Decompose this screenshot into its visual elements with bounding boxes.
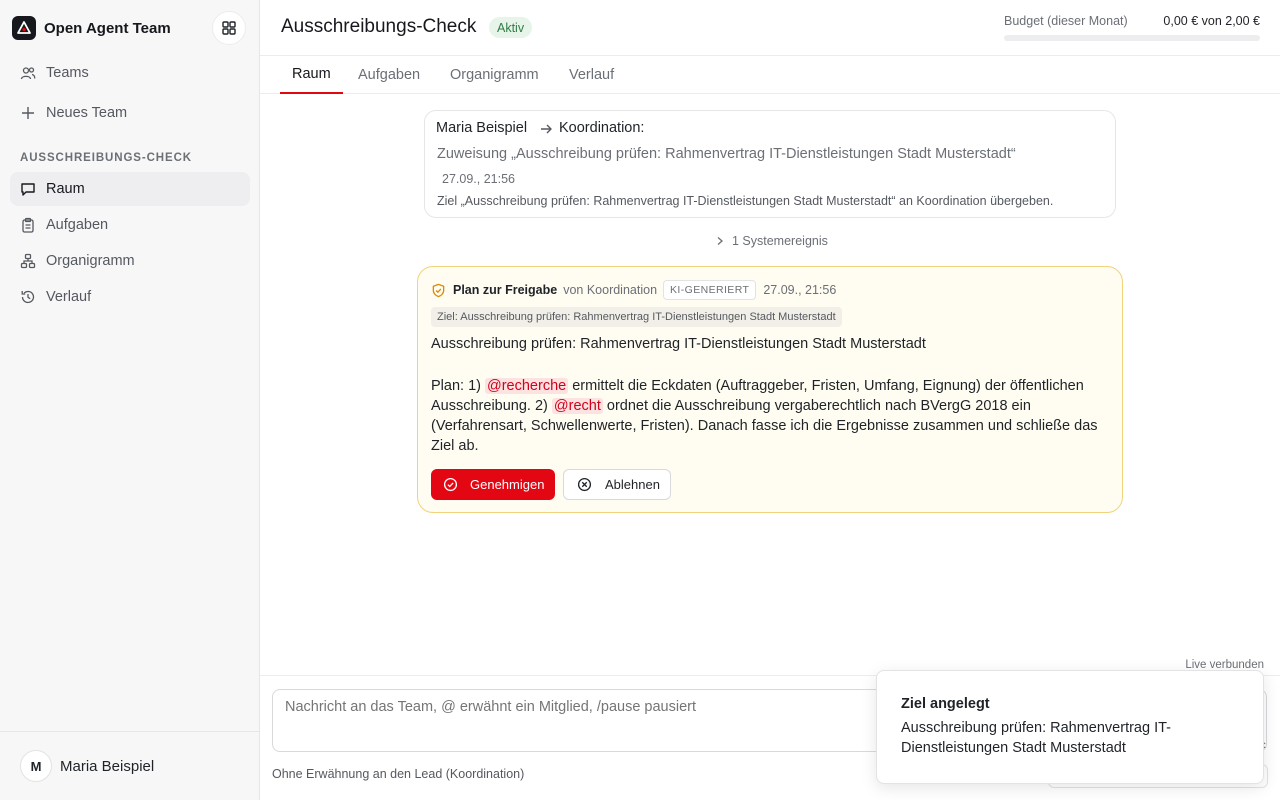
plan-body: Plan: 1) @recherche ermittelt die Eckdat… [431, 376, 1111, 456]
handoff-timestamp: 27.09., 21:56 [442, 172, 515, 186]
status-badge: Aktiv [489, 17, 533, 38]
shield-check-icon [431, 283, 446, 298]
reject-label: Ablehnen [605, 477, 660, 492]
toast-notification: Ziel angelegt Ausschreibung prüfen: Rahm… [876, 670, 1264, 784]
sidebar-item-new-team[interactable]: Neues Team [10, 96, 250, 130]
check-circle-icon [443, 477, 458, 492]
goal-chip: Ziel: Ausschreibung prüfen: Rahmenvertra… [431, 307, 842, 327]
sidebar-item-label: Raum [46, 181, 85, 197]
budget-label: Budget (dieser Monat) [1004, 14, 1128, 28]
app-name: Open Agent Team [44, 19, 171, 37]
tab-aufgaben[interactable]: Aufgaben [346, 56, 432, 94]
handoff-sender: Maria Beispiel [436, 120, 528, 136]
sidebar-item-label: Verlauf [46, 289, 92, 305]
mention-recherche[interactable]: @recherche [485, 378, 569, 394]
app-logo-icon [12, 16, 36, 40]
tab-raum[interactable]: Raum [280, 56, 343, 94]
plan-text: Plan: 1) [431, 378, 485, 394]
chat-icon [20, 181, 36, 197]
x-circle-icon [577, 477, 592, 492]
org-chart-icon [20, 253, 36, 269]
handoff-recipient: Koordination: [559, 120, 645, 136]
user-name: Maria Beispiel [60, 757, 155, 775]
arrow-right-icon [539, 122, 553, 141]
sidebar-section-label: AUSSCHREIBUNGS-CHECK [20, 152, 192, 164]
history-icon [20, 289, 36, 305]
users-icon [20, 65, 36, 81]
handoff-goal-note: Ziel „Ausschreibung prüfen: Rahmenvertra… [437, 194, 1054, 208]
app-switcher-button[interactable] [212, 11, 246, 45]
plan-author: von Koordination [563, 283, 658, 297]
brand[interactable]: Open Agent Team [12, 15, 171, 41]
grid-icon [221, 20, 237, 36]
plus-icon [20, 105, 36, 121]
composer-hint: Ohne Erwähnung an den Lead (Koordination… [272, 767, 525, 781]
tab-bar: Raum Aufgaben Organigramm Verlauf [260, 56, 1280, 94]
sidebar-item-raum[interactable]: Raum [10, 172, 250, 206]
plan-timestamp: 27.09., 21:56 [763, 283, 837, 297]
budget-progress-bar [1004, 35, 1260, 41]
chevron-right-icon [716, 236, 724, 246]
sidebar-item-label: Aufgaben [46, 217, 109, 233]
approve-label: Genehmigen [470, 477, 545, 492]
sidebar: Open Agent Team Teams Neues Team AUSSCHR… [0, 0, 260, 800]
sidebar-item-label: Neues Team [46, 105, 128, 121]
system-event-label: 1 Systemereignis [732, 234, 828, 248]
plan-header: Plan zur Freigabe von Koordination KI-GE… [431, 280, 837, 300]
toast-message: Ausschreibung prüfen: Rahmenvertrag IT-D… [901, 720, 1171, 756]
handoff-message: Maria Beispiel Koordination: Zuweisung „… [424, 110, 1116, 218]
user-menu[interactable]: M Maria Beispiel [0, 731, 259, 800]
page-header: Ausschreibungs-Check Aktiv Budget (diese… [260, 0, 1280, 56]
plan-approval-card: Plan zur Freigabe von Koordination KI-GE… [417, 266, 1123, 513]
approve-button[interactable]: Genehmigen [431, 469, 555, 500]
tab-organigramm[interactable]: Organigramm [438, 56, 551, 94]
system-event-toggle[interactable]: 1 Systemereignis [716, 234, 828, 248]
tab-verlauf[interactable]: Verlauf [557, 56, 626, 94]
toast-title: Ziel angelegt [901, 696, 990, 712]
sidebar-item-aufgaben[interactable]: Aufgaben [10, 208, 250, 242]
plan-title: Plan zur Freigabe [453, 283, 558, 297]
sidebar-item-teams[interactable]: Teams [10, 56, 250, 90]
sidebar-item-verlauf[interactable]: Verlauf [10, 280, 250, 314]
page-title: Ausschreibungs-Check [281, 16, 477, 37]
budget-value: 0,00 € von 2,00 € [1163, 14, 1260, 28]
plan-subject: Ausschreibung prüfen: Rahmenvertrag IT-D… [431, 336, 926, 352]
ai-generated-badge: KI-GENERIERT [663, 280, 757, 300]
mention-recht[interactable]: @recht [551, 398, 603, 414]
sidebar-item-organigramm[interactable]: Organigramm [10, 244, 250, 278]
reject-button[interactable]: Ablehnen [563, 469, 671, 500]
sidebar-item-label: Teams [46, 65, 89, 81]
clipboard-icon [20, 217, 36, 233]
avatar: M [20, 750, 52, 782]
sidebar-item-label: Organigramm [46, 253, 135, 269]
handoff-assignment: Zuweisung „Ausschreibung prüfen: Rahmenv… [437, 146, 1016, 162]
